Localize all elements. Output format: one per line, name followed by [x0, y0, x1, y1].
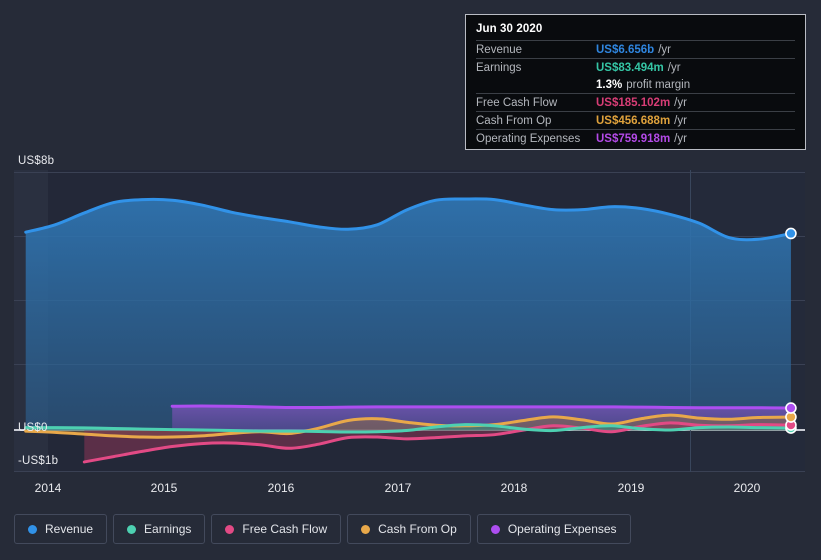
- legend-item-earnings[interactable]: Earnings: [113, 514, 206, 544]
- legend-item-operating-expenses[interactable]: Operating Expenses: [476, 514, 631, 544]
- tooltip-label-revenue: Revenue: [476, 43, 523, 56]
- chart-tooltip: Jun 30 2020 Revenue US$6.656b /yr Earnin…: [465, 14, 806, 150]
- tooltip-row-free-cash-flow: Free Cash Flow US$185.102m /yr: [476, 93, 795, 111]
- tooltip-row-profit-margin: 1.3% profit margin: [476, 76, 795, 93]
- x-axis-label-2018: 2018: [500, 481, 528, 495]
- legend-dot-revenue-icon: [28, 524, 37, 534]
- financial-performance-chart: US$8b US$0 -US$1b 2014 2015 2016 2017 20…: [0, 0, 821, 560]
- chart-legend: Revenue Earnings Free Cash Flow Cash Fro…: [14, 514, 631, 544]
- tooltip-row-operating-expenses: Operating Expenses US$759.918m /yr: [476, 129, 795, 147]
- x-axis-label-2019: 2019: [617, 481, 645, 495]
- legend-label-free-cash-flow: Free Cash Flow: [242, 522, 328, 536]
- legend-label-operating-expenses: Operating Expenses: [507, 522, 617, 536]
- x-axis-label-2015: 2015: [150, 481, 178, 495]
- y-axis-label-top: US$8b: [18, 155, 55, 167]
- legend-dot-cash-from-op-icon: [361, 524, 371, 534]
- series-area-revenue: [25, 198, 791, 431]
- tooltip-label-free-cash-flow: Free Cash Flow: [476, 96, 558, 109]
- tooltip-label-earnings: Earnings: [476, 61, 522, 74]
- series-line-opex: [170, 404, 793, 410]
- y-axis-label-zero: US$0: [18, 422, 48, 434]
- tooltip-value-cash-from-op: US$456.688m: [596, 114, 671, 127]
- legend-item-free-cash-flow[interactable]: Free Cash Flow: [211, 514, 342, 544]
- legend-item-cash-from-op[interactable]: Cash From Op: [347, 514, 471, 544]
- tooltip-label-profit-margin: profit margin: [626, 78, 691, 91]
- chart-svg: [24, 197, 797, 464]
- tooltip-value-free-cash-flow: US$185.102m: [596, 96, 671, 109]
- x-axis-label-2017: 2017: [384, 481, 412, 495]
- tooltip-value-revenue: US$6.656b: [596, 43, 655, 56]
- legend-item-revenue[interactable]: Revenue: [14, 514, 108, 544]
- legend-dot-free-cash-flow-icon: [225, 524, 235, 534]
- tooltip-value-profit-margin: 1.3%: [596, 78, 623, 91]
- legend-label-cash-from-op: Cash From Op: [378, 522, 457, 536]
- legend-label-earnings: Earnings: [144, 522, 192, 536]
- tooltip-label-cash-from-op: Cash From Op: [476, 114, 552, 127]
- legend-label-revenue: Revenue: [45, 522, 94, 536]
- tooltip-row-earnings: Earnings US$83.494m /yr: [476, 58, 795, 76]
- tooltip-date: Jun 30 2020: [476, 23, 543, 35]
- y-axis-label-neg: -US$1b: [18, 455, 59, 467]
- tooltip-row-cash-from-op: Cash From Op US$456.688m /yr: [476, 111, 795, 129]
- x-axis-label-2014: 2014: [34, 481, 62, 495]
- tooltip-unit-revenue: /yr: [658, 43, 671, 56]
- tooltip-value-operating-expenses: US$759.918m: [596, 132, 671, 145]
- legend-dot-operating-expenses-icon: [490, 524, 500, 534]
- legend-dot-earnings-icon: [127, 524, 137, 534]
- x-axis-label-2016: 2016: [267, 481, 295, 495]
- tooltip-unit-cash-from-op: /yr: [674, 114, 687, 127]
- tooltip-unit-operating-expenses: /yr: [674, 132, 687, 145]
- tooltip-unit-earnings: /yr: [667, 61, 681, 74]
- x-axis-label-2020: 2020: [733, 481, 761, 495]
- tooltip-value-earnings: US$83.494m: [596, 61, 664, 74]
- tooltip-unit-free-cash-flow: /yr: [674, 96, 687, 109]
- tooltip-label-operating-expenses: Operating Expenses: [476, 132, 581, 145]
- series-canvas: [14, 170, 805, 472]
- chart-plot-area: [14, 170, 805, 472]
- tooltip-row-revenue: Revenue US$6.656b /yr: [476, 40, 795, 58]
